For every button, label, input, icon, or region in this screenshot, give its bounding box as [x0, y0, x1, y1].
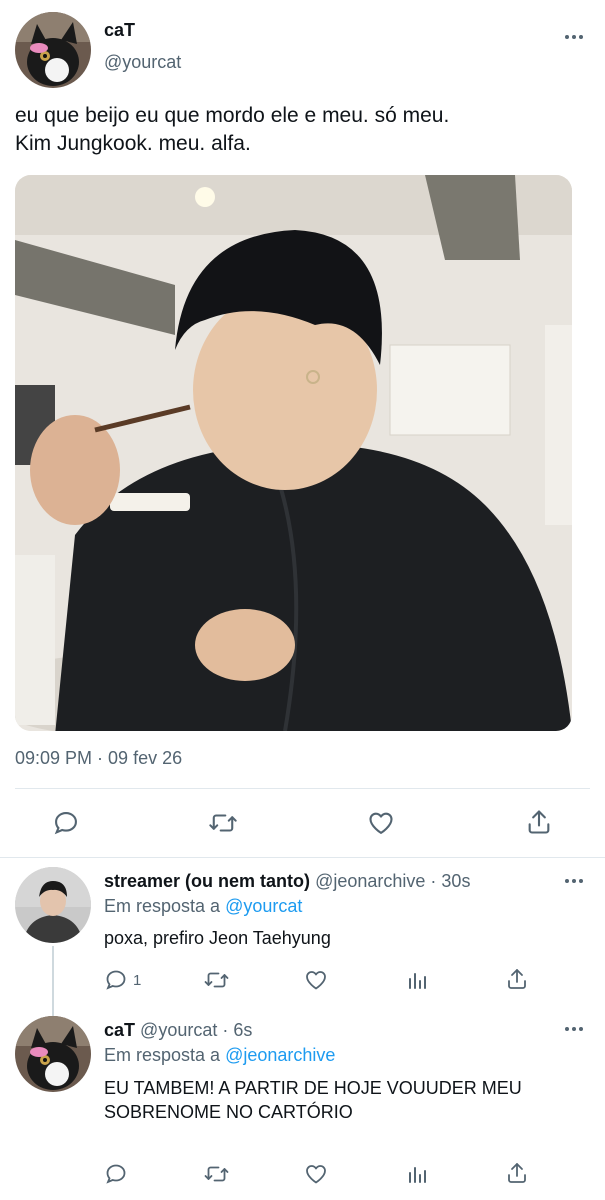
retweet-icon[interactable]: [203, 968, 230, 992]
analytics-icon[interactable]: [405, 968, 429, 992]
thread-line: [52, 946, 54, 1016]
like-icon[interactable]: [304, 1162, 328, 1186]
share-icon[interactable]: [505, 1161, 529, 1185]
reply-context: Em resposta a @jeonarchive: [104, 1045, 335, 1066]
reply-icon[interactable]: [104, 968, 128, 992]
timestamp[interactable]: 09:09 PM · 09 fev 26: [15, 748, 182, 769]
more-options-icon[interactable]: [563, 876, 585, 886]
reply-to-link[interactable]: @jeonarchive: [225, 1045, 335, 1065]
author-handle[interactable]: @yourcat: [140, 1020, 217, 1040]
retweet-icon[interactable]: [203, 1162, 230, 1186]
reply-count: 1: [133, 972, 142, 989]
reply-icon[interactable]: [104, 1162, 128, 1186]
author-name[interactable]: streamer (ou nem tanto): [104, 871, 310, 891]
photo-image: [15, 175, 572, 731]
tweet-photo[interactable]: [15, 175, 572, 731]
reply-text-line: EU TAMBEM! A PARTIR DE HOJE VOUUDER MEU: [104, 1078, 522, 1098]
tweet-text: eu que beijo eu que mordo ele e meu. só …: [15, 102, 590, 158]
author-name[interactable]: caT: [104, 20, 135, 41]
tweet-text-line: Kim Jungkook. meu. alfa.: [15, 132, 251, 155]
post-time[interactable]: · 30s: [430, 871, 470, 891]
reply-to-link[interactable]: @yourcat: [225, 896, 302, 916]
share-icon[interactable]: [525, 808, 553, 836]
tweet-text-line: eu que beijo eu que mordo ele e meu. só …: [15, 104, 450, 127]
share-icon[interactable]: [505, 967, 529, 991]
like-icon[interactable]: [367, 809, 395, 837]
reply-header: caT @yourcat · 6s: [104, 1020, 252, 1041]
cat-avatar-image: [15, 1016, 91, 1092]
author-handle[interactable]: @jeonarchive: [315, 871, 425, 891]
divider: [15, 788, 590, 789]
profile-photo: [15, 867, 91, 943]
reply-prefix: Em resposta a: [104, 1045, 221, 1065]
avatar[interactable]: [15, 12, 91, 88]
like-icon[interactable]: [304, 968, 328, 992]
more-options-icon[interactable]: [563, 1024, 585, 1034]
author-name[interactable]: caT: [104, 1020, 135, 1040]
reply-text-line: SOBRENOME NO CARTÓRIO: [104, 1102, 353, 1122]
author-handle[interactable]: @yourcat: [104, 52, 181, 73]
reply-icon[interactable]: [52, 809, 80, 837]
reply-header: streamer (ou nem tanto) @jeonarchive · 3…: [104, 871, 470, 892]
retweet-icon[interactable]: [208, 809, 238, 837]
divider: [0, 857, 605, 858]
reply-prefix: Em resposta a: [104, 896, 221, 916]
cat-avatar-image: [15, 12, 91, 88]
reply-text: EU TAMBEM! A PARTIR DE HOJE VOUUDER MEU …: [104, 1076, 522, 1124]
avatar[interactable]: [15, 1016, 91, 1092]
analytics-icon[interactable]: [405, 1162, 429, 1186]
reply-text: poxa, prefiro Jeon Taehyung: [104, 928, 331, 948]
reply-context: Em resposta a @yourcat: [104, 896, 302, 917]
post-time[interactable]: · 6s: [222, 1020, 252, 1040]
more-options-icon[interactable]: [563, 32, 585, 42]
avatar[interactable]: [15, 867, 91, 943]
